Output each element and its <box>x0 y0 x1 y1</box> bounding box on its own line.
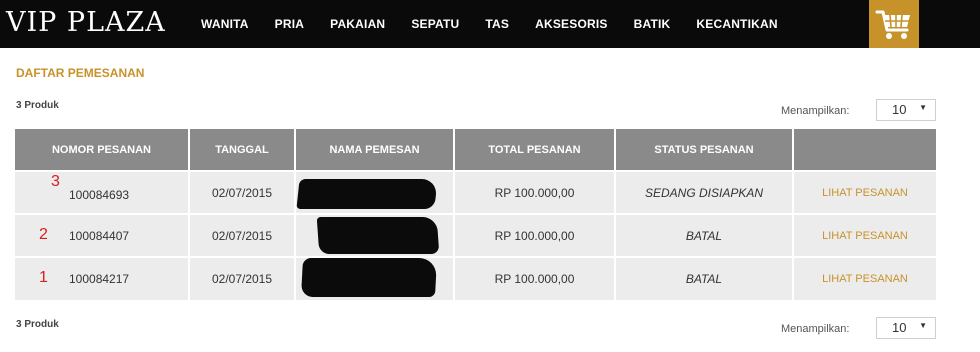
order-status-cell: SEDANG DISIAPKAN <box>615 170 794 214</box>
date-cell: 02/07/2015 <box>189 256 296 300</box>
nav-item-pakaian[interactable]: PAKAIAN <box>330 17 385 31</box>
order-number-cell: 3 100084693 <box>15 170 190 214</box>
order-number: 100084217 <box>69 272 130 286</box>
caret-down-icon: ▼ <box>919 103 927 112</box>
header-date: TANGGAL <box>189 129 296 171</box>
nav-item-wanita[interactable]: WANITA <box>201 17 249 31</box>
product-count-top: 3 Produk <box>16 100 59 111</box>
table-row: 1 100084217 02/07/2015 RP 100.000,00 BAT… <box>15 256 936 300</box>
row-marker: 1 <box>39 269 48 286</box>
page-size-select-top[interactable]: 10 ▼ <box>876 99 936 121</box>
page-size-select-bottom[interactable]: 10 ▼ <box>876 317 936 339</box>
header-order-number: NOMOR PESANAN <box>15 129 190 171</box>
order-total-cell: RP 100.000,00 <box>454 170 616 214</box>
order-number: 100084693 <box>69 187 130 202</box>
order-number: 100084407 <box>69 228 130 243</box>
nav-item-batik[interactable]: BATIK <box>634 17 671 31</box>
order-total-cell: RP 100.000,00 <box>454 213 616 257</box>
date-cell: 02/07/2015 <box>189 213 296 257</box>
product-count-bottom: 3 Produk <box>16 319 59 330</box>
row-marker: 2 <box>39 226 48 243</box>
show-label-top: Menampilkan: <box>781 105 850 117</box>
page-size-value: 10 <box>892 102 907 117</box>
order-status-cell: BATAL <box>615 256 794 300</box>
redaction-mark <box>300 258 438 297</box>
order-number-cell: 1 100084217 <box>15 256 190 300</box>
order-status-cell: BATAL <box>615 213 794 257</box>
view-order-link[interactable]: LIHAT PESANAN <box>793 256 936 300</box>
nav-item-aksesoris[interactable]: AKSESORIS <box>535 17 607 31</box>
view-order-link[interactable]: LIHAT PESANAN <box>793 170 936 214</box>
redaction-mark <box>296 179 438 209</box>
table-row: 2 100084407 02/07/2015 RP 100.000,00 BAT… <box>15 213 936 257</box>
table-row: 3 100084693 02/07/2015 RP 100.000,00 SED… <box>15 170 936 214</box>
nav-item-sepatu[interactable]: SEPATU <box>411 17 459 31</box>
shopping-cart-icon <box>875 10 910 39</box>
table-header-row: NOMOR PESANAN TANGGAL NAMA PEMESAN TOTAL… <box>15 129 936 171</box>
nav-item-tas[interactable]: TAS <box>485 17 509 31</box>
page-size-value: 10 <box>892 320 907 335</box>
customer-name-cell <box>295 213 455 257</box>
main-nav: WANITA PRIA PAKAIAN SEPATU TAS AKSESORIS… <box>201 0 804 48</box>
orders-table: NOMOR PESANAN TANGGAL NAMA PEMESAN TOTAL… <box>15 129 936 300</box>
order-total-cell: RP 100.000,00 <box>454 256 616 300</box>
order-number-cell: 2 100084407 <box>15 213 190 257</box>
customer-name-cell <box>295 170 455 214</box>
show-label-bottom: Menampilkan: <box>781 323 850 335</box>
row-marker: 3 <box>51 173 60 190</box>
nav-item-kecantikan[interactable]: KECANTIKAN <box>696 17 777 31</box>
date-cell: 02/07/2015 <box>189 170 296 214</box>
header-action <box>793 129 936 171</box>
caret-down-icon: ▼ <box>919 321 927 330</box>
top-navbar: VIP PLAZA WANITA PRIA PAKAIAN SEPATU TAS… <box>0 0 980 48</box>
nav-item-pria[interactable]: PRIA <box>275 17 304 31</box>
customer-name-cell <box>295 256 455 300</box>
header-order-total: TOTAL PESANAN <box>454 129 616 171</box>
cart-button[interactable] <box>869 0 919 48</box>
page-title: DAFTAR PEMESANAN <box>16 66 145 80</box>
view-order-link[interactable]: LIHAT PESANAN <box>793 213 936 257</box>
header-customer-name: NAMA PEMESAN <box>295 129 455 171</box>
site-logo[interactable]: VIP PLAZA <box>6 7 166 39</box>
header-order-status: STATUS PESANAN <box>615 129 794 171</box>
redaction-mark <box>316 217 440 254</box>
